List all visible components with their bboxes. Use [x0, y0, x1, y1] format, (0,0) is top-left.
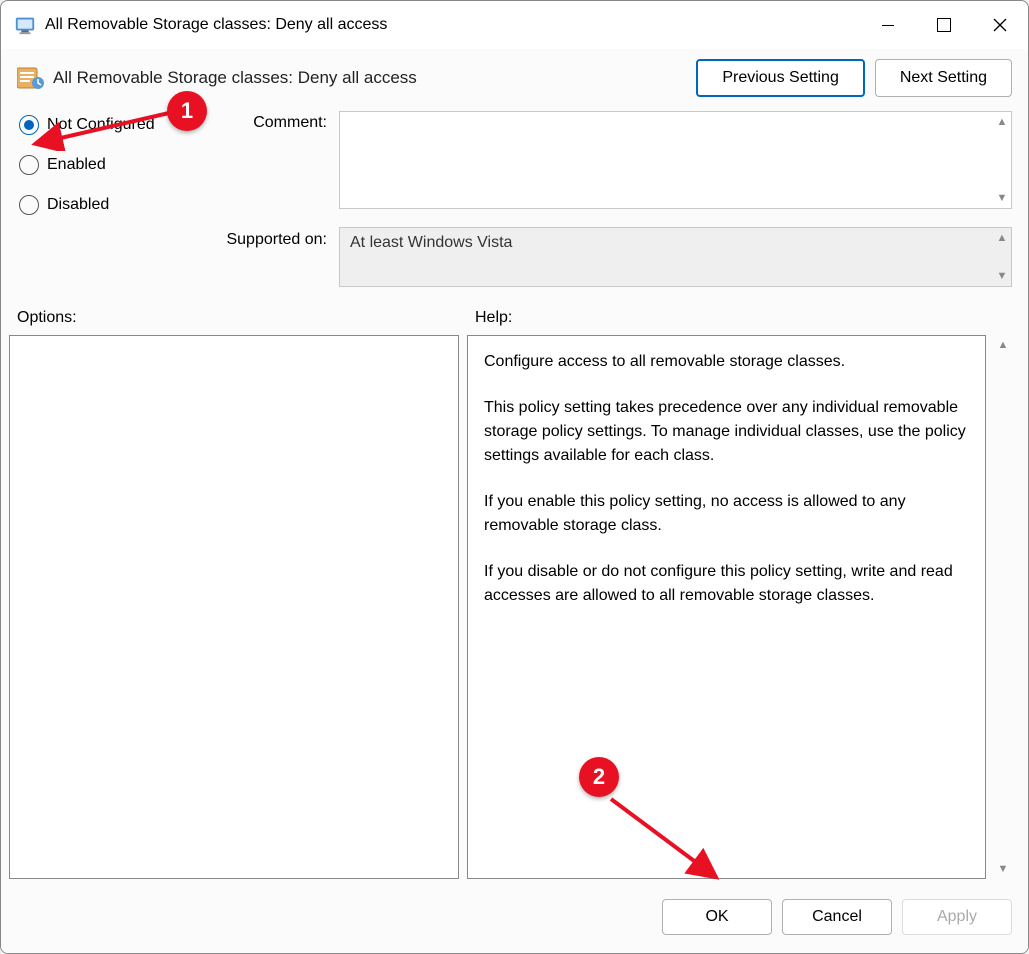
titlebar: All Removable Storage classes: Deny all … [1, 1, 1028, 49]
setting-icon [17, 66, 45, 90]
supported-on-value: At least Windows Vista [350, 234, 512, 251]
header-row: All Removable Storage classes: Deny all … [1, 49, 1028, 109]
comment-label: Comment: [203, 111, 333, 209]
maximize-button[interactable] [916, 1, 972, 49]
help-paragraph-1: Configure access to all removable storag… [484, 350, 969, 374]
radio-disabled-input[interactable] [19, 195, 39, 215]
setting-name: All Removable Storage classes: Deny all … [53, 68, 417, 88]
section-labels: Options: Help: [1, 295, 1028, 335]
dialog-window: All Removable Storage classes: Deny all … [0, 0, 1029, 954]
caret-up-icon[interactable]: ▲ [997, 116, 1008, 128]
next-setting-button[interactable]: Next Setting [875, 59, 1012, 97]
options-panel [9, 335, 459, 879]
bottom-bar: OK Cancel Apply [1, 885, 1028, 953]
help-panel: Configure access to all removable storag… [467, 335, 986, 879]
app-icon [13, 13, 37, 37]
help-paragraph-3: If you enable this policy setting, no ac… [484, 490, 969, 538]
ok-button[interactable]: OK [662, 899, 772, 935]
help-label: Help: [475, 309, 1012, 327]
supported-on-label: Supported on: [203, 209, 333, 287]
help-scrollbar[interactable]: ▲ ▼ [994, 335, 1012, 879]
annotation-badge-2: 2 [579, 757, 619, 797]
radio-disabled[interactable]: Disabled [17, 195, 197, 215]
supported-on-box: At least Windows Vista ▲ ▼ [339, 227, 1012, 287]
caret-down-icon[interactable]: ▼ [997, 192, 1008, 204]
close-button[interactable] [972, 1, 1028, 49]
comment-spinner[interactable]: ▲ ▼ [993, 112, 1011, 208]
scroll-down-icon[interactable]: ▼ [998, 863, 1009, 875]
radio-enabled[interactable]: Enabled [17, 155, 197, 175]
caret-up-icon[interactable]: ▲ [997, 232, 1008, 244]
config-area: Not Configured Enabled Disabled Comment:… [1, 109, 1028, 295]
options-label: Options: [17, 309, 467, 327]
radio-enabled-label: Enabled [47, 156, 106, 174]
apply-button[interactable]: Apply [902, 899, 1012, 935]
annotation-badge-1: 1 [167, 91, 207, 131]
radio-enabled-input[interactable] [19, 155, 39, 175]
radio-not-configured-input[interactable] [19, 115, 39, 135]
previous-setting-button[interactable]: Previous Setting [696, 59, 865, 97]
panels: Configure access to all removable storag… [1, 335, 1028, 885]
help-paragraph-2: This policy setting takes precedence ove… [484, 396, 969, 468]
window-title: All Removable Storage classes: Deny all … [45, 16, 387, 34]
radio-not-configured-label: Not Configured [47, 116, 155, 134]
help-paragraph-4: If you disable or do not configure this … [484, 560, 969, 608]
supported-spinner[interactable]: ▲ ▼ [993, 228, 1011, 286]
radio-disabled-label: Disabled [47, 196, 109, 214]
minimize-button[interactable] [860, 1, 916, 49]
caret-down-icon[interactable]: ▼ [997, 270, 1008, 282]
cancel-button[interactable]: Cancel [782, 899, 892, 935]
comment-textbox[interactable]: ▲ ▼ [339, 111, 1012, 209]
radio-group: Not Configured Enabled Disabled [17, 111, 197, 287]
scroll-up-icon[interactable]: ▲ [998, 339, 1009, 351]
